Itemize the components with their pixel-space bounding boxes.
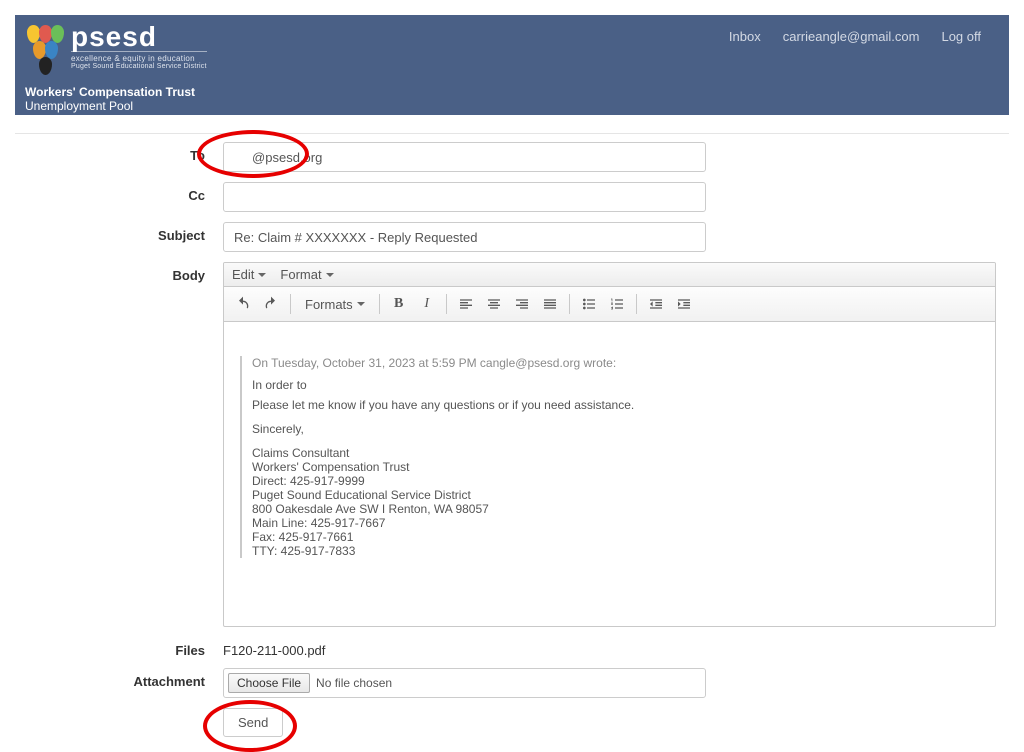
nav-right: Inbox carrieangle@gmail.com Log off [729, 15, 1009, 44]
brand-logo-icon [27, 25, 65, 77]
caret-icon [357, 302, 365, 306]
editor-menu-format[interactable]: Format [280, 267, 333, 282]
file-status-text: No file chosen [316, 676, 392, 690]
align-center-button[interactable] [481, 291, 507, 317]
undo-button[interactable] [230, 291, 256, 317]
signature-tty: TTY: 425-917-7833 [252, 544, 979, 558]
undo-icon [235, 296, 251, 312]
attached-file-name: F120-211-000.pdf [223, 637, 325, 658]
signature-org: Workers' Compensation Trust [252, 460, 979, 474]
italic-button[interactable]: I [414, 291, 440, 317]
nav-user-link[interactable]: carrieangle@gmail.com [783, 29, 920, 44]
rich-text-editor: Edit Format Formats [223, 262, 996, 627]
formats-dropdown-label: Formats [305, 297, 353, 312]
outdent-button[interactable] [643, 291, 669, 317]
align-justify-button[interactable] [537, 291, 563, 317]
indent-button[interactable] [671, 291, 697, 317]
editor-menubar: Edit Format [224, 263, 995, 287]
body-line-intro: In order to [252, 378, 979, 392]
align-center-icon [486, 296, 502, 312]
italic-icon: I [424, 296, 429, 312]
redo-icon [263, 296, 279, 312]
subject-input[interactable] [223, 222, 706, 252]
brand-subtitle-2: Puget Sound Educational Service District [71, 63, 207, 70]
label-cc: Cc [15, 182, 223, 203]
file-picker: Choose File No file chosen [223, 668, 706, 698]
align-right-icon [514, 296, 530, 312]
signature-fax: Fax: 425-917-7661 [252, 530, 979, 544]
signature-direct: Direct: 425-917-9999 [252, 474, 979, 488]
bullet-list-icon [581, 296, 597, 312]
caret-icon [258, 273, 266, 277]
brand-program-2: Unemployment Pool [15, 99, 219, 113]
signature-main: Main Line: 425-917-7667 [252, 516, 979, 530]
redo-button[interactable] [258, 291, 284, 317]
formats-dropdown[interactable]: Formats [297, 291, 373, 317]
editor-menu-format-label: Format [280, 267, 321, 282]
bold-icon: B [394, 296, 403, 312]
editor-toolbar: Formats B I [224, 287, 995, 322]
signature-title: Claims Consultant [252, 446, 979, 460]
app-navbar: psesd excellence & equity in education P… [15, 15, 1009, 115]
number-list-icon [609, 296, 625, 312]
to-input[interactable] [223, 142, 706, 172]
brand-subtitle-1: excellence & equity in education [71, 51, 207, 63]
quoted-header: On Tuesday, October 31, 2023 at 5:59 PM … [252, 356, 979, 370]
label-attachment: Attachment [15, 668, 223, 689]
indent-icon [676, 296, 692, 312]
brand-block: psesd excellence & equity in education P… [15, 15, 219, 85]
body-line-sincerely: Sincerely, [252, 422, 979, 436]
outdent-icon [648, 296, 664, 312]
signature-company: Puget Sound Educational Service District [252, 488, 979, 502]
nav-logoff-link[interactable]: Log off [941, 29, 981, 44]
send-button[interactable]: Send [223, 708, 283, 737]
nav-inbox-link[interactable]: Inbox [729, 29, 761, 44]
signature-address: 800 Oakesdale Ave SW I Renton, WA 98057 [252, 502, 979, 516]
brand-title: psesd [71, 23, 207, 51]
choose-file-button[interactable]: Choose File [228, 673, 310, 693]
bold-button[interactable]: B [386, 291, 412, 317]
bullet-list-button[interactable] [576, 291, 602, 317]
align-left-button[interactable] [453, 291, 479, 317]
brand-program-1: Workers' Compensation Trust [15, 85, 219, 99]
editor-content[interactable]: On Tuesday, October 31, 2023 at 5:59 PM … [224, 322, 995, 626]
label-to: To [15, 142, 223, 163]
label-empty [15, 708, 223, 714]
editor-menu-edit-label: Edit [232, 267, 254, 282]
caret-icon [326, 273, 334, 277]
align-left-icon [458, 296, 474, 312]
cc-input[interactable] [223, 182, 706, 212]
body-line-help: Please let me know if you have any quest… [252, 398, 979, 412]
editor-menu-edit[interactable]: Edit [232, 267, 266, 282]
align-justify-icon [542, 296, 558, 312]
label-body: Body [15, 262, 223, 283]
number-list-button[interactable] [604, 291, 630, 317]
label-subject: Subject [15, 222, 223, 243]
align-right-button[interactable] [509, 291, 535, 317]
compose-form: To Cc Subject Body Edit [15, 133, 1009, 737]
label-files: Files [15, 637, 223, 658]
